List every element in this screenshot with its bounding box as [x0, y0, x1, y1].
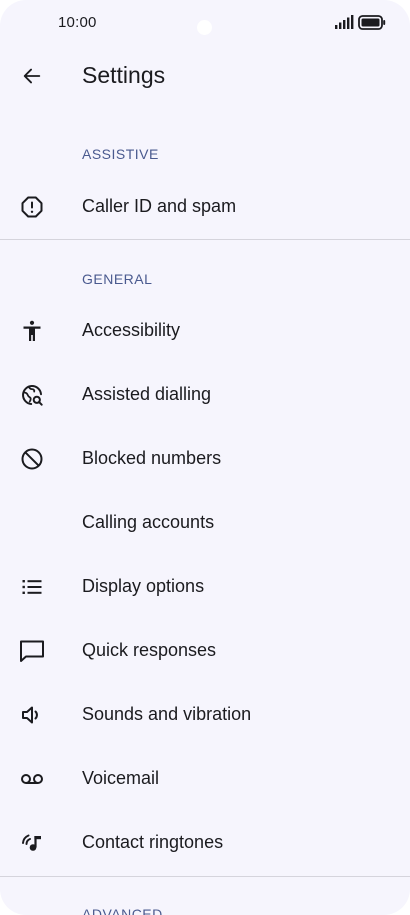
section-divider: [0, 876, 410, 877]
section-header-assistive: ASSISTIVE: [82, 146, 159, 162]
setting-caller-id-and-spam[interactable]: Caller ID and spam: [0, 175, 410, 239]
setting-label: Calling accounts: [82, 512, 215, 532]
setting-label: Display options: [82, 576, 205, 596]
setting-assisted-dialling[interactable]: Assisted dialling: [0, 363, 410, 427]
list-icon: [18, 573, 46, 601]
block-icon: [18, 445, 46, 473]
setting-label: Voicemail: [82, 768, 160, 788]
signal-icon: [334, 14, 354, 30]
setting-blocked-numbers[interactable]: Blocked numbers: [0, 427, 410, 491]
setting-contact-ringtones[interactable]: Contact ringtones: [0, 811, 410, 875]
setting-voicemail[interactable]: Voicemail: [0, 747, 410, 811]
section-divider: [0, 239, 410, 240]
page-title: Settings: [82, 62, 166, 88]
setting-label: Quick responses: [82, 640, 217, 660]
speaker-icon: [18, 701, 46, 729]
section-header-general: GENERAL: [82, 271, 153, 287]
status-time: 10:00: [58, 14, 97, 31]
setting-label: Sounds and vibration: [82, 704, 252, 724]
message-icon: [18, 637, 46, 665]
battery-icon: [358, 15, 386, 30]
globe-search-icon: [18, 381, 46, 409]
setting-sounds-and-vibration[interactable]: Sounds and vibration: [0, 683, 410, 747]
setting-label: Contact ringtones: [82, 832, 224, 852]
back-button[interactable]: [12, 56, 52, 96]
accessibility-icon: [18, 317, 46, 345]
setting-label: Accessibility: [82, 320, 181, 340]
section-header-advanced: ADVANCED: [82, 906, 163, 915]
setting-accessibility[interactable]: Accessibility: [0, 299, 410, 363]
arrow-left-icon: [21, 65, 43, 87]
alert-circle-icon: [18, 193, 46, 221]
setting-label: Caller ID and spam: [82, 196, 237, 216]
app-bar: Settings: [0, 46, 410, 110]
setting-display-options[interactable]: Display options: [0, 555, 410, 619]
settings-screen: 10:00 Settings ASSISTIVE Caller ID and s…: [0, 0, 410, 915]
ringtone-icon: [18, 829, 46, 857]
status-bar: 10:00: [0, 0, 410, 46]
setting-label: Assisted dialling: [82, 384, 212, 404]
camera-cutout: [197, 20, 212, 35]
setting-quick-responses[interactable]: Quick responses: [0, 619, 410, 683]
setting-label: Blocked numbers: [82, 448, 222, 468]
setting-calling-accounts[interactable]: Calling accounts: [0, 491, 410, 555]
voicemail-icon: [18, 765, 46, 793]
